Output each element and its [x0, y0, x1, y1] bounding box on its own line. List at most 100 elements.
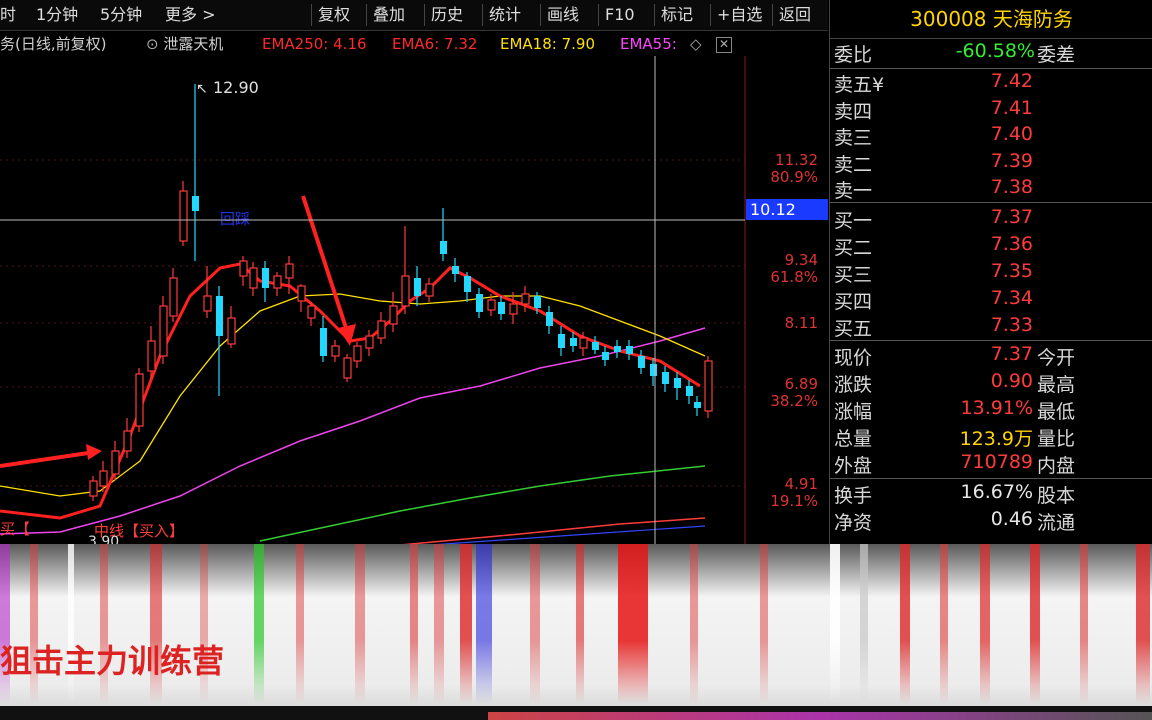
overlay-button[interactable]: 叠加 [366, 4, 405, 26]
candle-body [285, 263, 294, 279]
candle-body [389, 305, 398, 325]
volume-streak [1080, 544, 1088, 704]
ask-row-value: 7.38 [990, 176, 1033, 198]
volume-streak [355, 544, 365, 704]
mark-button[interactable]: 标记 [654, 4, 693, 26]
candle-body [297, 285, 306, 302]
candle-body [704, 360, 713, 412]
kline-chart[interactable]: 回踩 ↖ 12.90 11.32 80.9% 9.34 61.8% 8.11 6… [0, 56, 828, 546]
candle-body [377, 320, 386, 339]
bid-row-label: 买四 [834, 291, 873, 313]
candle-body [401, 275, 410, 307]
volume-streak [254, 544, 264, 704]
candle-body [169, 277, 178, 317]
stat-row-value: 0.90 [990, 370, 1033, 392]
arrow-head-down [338, 324, 356, 346]
stat-row-value: 710789 [960, 451, 1033, 473]
close-icon[interactable]: ✕ [716, 37, 732, 53]
candle-body [498, 302, 505, 314]
arrow-head-left [86, 444, 102, 460]
bid-row-value: 7.34 [990, 287, 1033, 309]
crosshair-price-label: 10.12 [750, 200, 796, 219]
candle-body [227, 317, 236, 345]
diamond-icon[interactable]: ◇ [690, 32, 702, 56]
candle-body [521, 293, 530, 305]
ema-long-red [399, 517, 706, 546]
bid-row-label: 买五 [834, 318, 873, 340]
ema18-label: EMA18: 7.90 [500, 35, 595, 53]
stat-row-label2: 今开 [1037, 347, 1076, 369]
candle-body [99, 470, 108, 487]
bid-row-value: 7.36 [990, 233, 1033, 255]
stat-row-label: 总量 [834, 428, 873, 450]
stock-header[interactable]: 300008 天海防务 [830, 0, 1152, 39]
stat2-row-label: 净资 [834, 512, 873, 534]
stat-row-label2: 最低 [1037, 401, 1076, 423]
candle-body [440, 241, 447, 254]
candle-body [320, 328, 327, 356]
stat-row-label: 涨跌 [834, 374, 873, 396]
restore-rights-button[interactable]: 复权 [311, 4, 350, 26]
chevron-down-icon: ⊙ [146, 35, 159, 53]
candle-body [331, 345, 340, 357]
add-watchlist-button[interactable]: +自选 [710, 4, 762, 26]
ema250-line-green [259, 465, 706, 542]
ema-lines [0, 262, 706, 546]
candle-body [414, 278, 421, 296]
more-menu[interactable]: 更多 > [165, 4, 216, 26]
ask-row-value: 7.42 [990, 70, 1033, 92]
candle-body [476, 294, 483, 312]
candle-body [216, 296, 223, 336]
bid-row-value: 7.35 [990, 260, 1033, 282]
volume-streak [690, 544, 698, 704]
stat-row: 涨幅 13.91% 最低 [830, 397, 1152, 423]
stat-row-value: 7.37 [990, 343, 1033, 365]
candle-body [262, 268, 269, 288]
volume-streak [940, 544, 948, 704]
candle-body [558, 334, 565, 348]
candle-body [570, 338, 577, 346]
indicator-select[interactable]: ⊙ 泄露天机 [146, 32, 223, 56]
divider [830, 478, 1152, 479]
period-tab-time[interactable]: 时 [0, 4, 16, 26]
candle-body [487, 299, 496, 311]
pct-tick: 61.8% [770, 268, 818, 286]
stat2-row-value: 0.46 [990, 508, 1033, 530]
ask-row-label: 卖一 [834, 180, 873, 202]
stat2-row-label: 换手 [834, 485, 873, 507]
candle-body [307, 305, 316, 319]
progress-bar [488, 712, 1152, 720]
statistics-button[interactable]: 统计 [482, 4, 521, 26]
back-button[interactable]: 返回 [772, 4, 811, 26]
f10-button[interactable]: F10 [598, 4, 635, 26]
candle-body [674, 378, 681, 388]
stock-name: 天海防务 [992, 7, 1073, 31]
candle-body [546, 312, 553, 326]
candle-body [135, 373, 144, 427]
candle-body [89, 480, 98, 497]
period-tab-5min[interactable]: 5分钟 [100, 4, 142, 26]
bid-row-label: 买二 [834, 237, 873, 259]
quote-panel: 300008 天海防务 委比 -60.58% 委差 卖五¥ 7.42 卖四 7.41 卖… [829, 0, 1152, 550]
period-tab-1min[interactable]: 1分钟 [36, 4, 78, 26]
signal-buy-left: 买【 [0, 520, 30, 538]
candle-body [203, 295, 212, 312]
stat-row: 总量 123.9万 量比 [830, 424, 1152, 450]
price-tick: 9.34 [785, 251, 818, 269]
candle-body [662, 372, 669, 384]
volume-streak [434, 544, 444, 704]
history-button[interactable]: 历史 [424, 4, 463, 26]
candle-body [694, 402, 701, 408]
ask-row-label: 卖二 [834, 153, 873, 176]
volume-streak [1030, 544, 1040, 704]
stat2-row: 换手 16.67% 股本 [830, 481, 1152, 507]
volume-streak [860, 544, 868, 704]
draw-line-button[interactable]: 画线 [540, 4, 579, 26]
candle-body [179, 190, 188, 242]
ask-row: 卖三 7.40 [830, 123, 1152, 149]
ask-row: 卖五¥ 7.42 [830, 70, 1152, 96]
volume-streak [760, 544, 768, 704]
brand-watermark: 狙击主力训练营 [0, 642, 225, 680]
ask-row-label: 卖三 [834, 127, 873, 149]
ask-row: 卖四 7.41 [830, 97, 1152, 123]
